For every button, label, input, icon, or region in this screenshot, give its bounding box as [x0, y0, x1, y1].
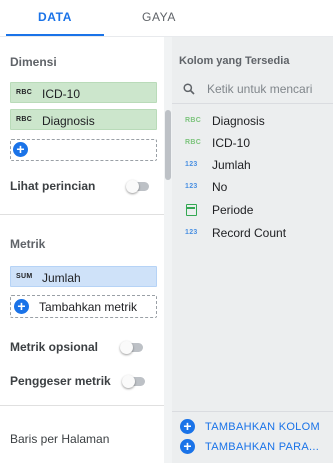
toggle-knob	[120, 341, 133, 354]
dimension-label: Diagnosis	[42, 114, 95, 128]
field-item-no[interactable]: 123 No	[172, 177, 333, 199]
field-item-icd10[interactable]: RBC ICD-10	[172, 133, 333, 155]
field-item-jumlah[interactable]: 123 Jumlah	[172, 155, 333, 177]
metrik-opsional-label: Metrik opsional	[10, 340, 99, 354]
field-item-diagnosis[interactable]: RBC Diagnosis	[172, 111, 333, 133]
lihat-perincian-label: Lihat perincian	[10, 179, 96, 193]
add-parameter-button[interactable]: + TAMBAHKAN PARA...	[172, 438, 333, 456]
section-divider	[0, 405, 164, 406]
text-type-icon: RBC	[16, 116, 33, 123]
add-metric-label: Tambahkan metrik	[39, 300, 138, 314]
metrik-heading: Metrik	[10, 237, 46, 251]
dimension-chip-diagnosis[interactable]: RBC Diagnosis	[10, 109, 157, 130]
field-item-periode[interactable]: Periode	[172, 200, 333, 222]
add-parameter-label: TAMBAHKAN PARA...	[205, 441, 320, 453]
add-field-label: TAMBAHKAN KOLOM	[205, 421, 320, 433]
field-name: Periode	[212, 203, 254, 217]
toggle-knob	[122, 375, 135, 388]
section-divider	[0, 214, 164, 215]
add-metric-dropzone[interactable]: + Tambahkan metrik	[10, 295, 157, 318]
field-search-input[interactable]	[207, 80, 333, 98]
add-dimension-plus-icon[interactable]: +	[13, 142, 28, 157]
metric-label: Jumlah	[42, 271, 81, 285]
toggle-knob	[126, 180, 139, 193]
penggeser-metrik-toggle[interactable]	[122, 375, 146, 388]
tab-data[interactable]: DATA	[6, 0, 104, 36]
footer-divider	[172, 411, 333, 412]
text-type-icon: RBC	[185, 117, 202, 124]
text-type-icon: RBC	[16, 89, 33, 96]
properties-panel: Dimensi RBC ICD-10 RBC Diagnosis + Lihat…	[0, 37, 165, 463]
number-type-icon: 123	[185, 183, 198, 190]
tab-bar: DATA GAYA	[0, 0, 333, 36]
text-type-icon: RBC	[185, 139, 202, 146]
search-divider	[172, 103, 333, 104]
field-name: Jumlah	[212, 158, 251, 172]
add-field-plus-icon: +	[180, 419, 195, 434]
add-metric-plus-icon[interactable]: +	[14, 299, 29, 314]
metric-chip-jumlah[interactable]: SUM Jumlah	[10, 266, 157, 287]
scrollbar-thumb[interactable]	[165, 110, 171, 180]
penggeser-metrik-label: Penggeser metrik	[10, 374, 111, 388]
number-type-icon: 123	[185, 229, 198, 236]
field-name: ICD-10	[212, 136, 251, 150]
tab-gaya[interactable]: GAYA	[110, 0, 208, 36]
metrik-opsional-toggle[interactable]	[120, 341, 144, 354]
available-fields-title: Kolom yang Tersedia	[179, 55, 290, 67]
field-name: Diagnosis	[212, 114, 265, 128]
search-icon	[183, 83, 195, 95]
dimension-chip-icd10[interactable]: RBC ICD-10	[10, 82, 157, 103]
dimension-label: ICD-10	[42, 87, 81, 101]
baris-per-halaman-label: Baris per Halaman	[10, 432, 110, 446]
available-fields-panel: Kolom yang Tersedia RBC Diagnosis RBC IC…	[172, 37, 333, 463]
number-type-icon: 123	[185, 161, 198, 168]
vertical-scrollbar[interactable]	[164, 37, 172, 463]
dimensi-heading: Dimensi	[10, 55, 57, 69]
add-parameter-plus-icon: +	[180, 439, 195, 454]
field-name: No	[212, 180, 228, 194]
field-name: Record Count	[212, 226, 287, 240]
lihat-perincian-toggle[interactable]	[126, 180, 150, 193]
calendar-icon	[186, 204, 197, 216]
add-field-button[interactable]: + TAMBAHKAN KOLOM	[172, 418, 333, 436]
add-dimension-dropzone[interactable]: +	[10, 139, 157, 161]
field-item-record-count[interactable]: 123 Record Count	[172, 223, 333, 245]
sum-aggregation-icon: SUM	[16, 273, 33, 280]
